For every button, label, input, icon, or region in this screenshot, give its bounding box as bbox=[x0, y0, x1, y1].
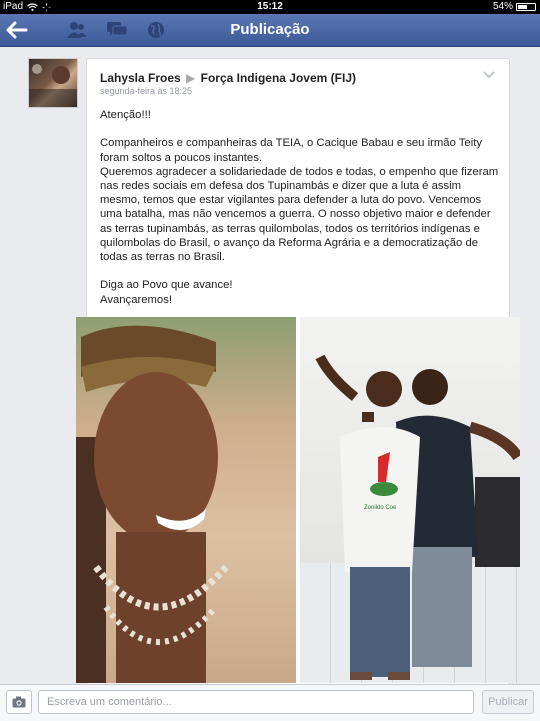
photo-cacique-image bbox=[76, 325, 229, 683]
navigation-bar: Publicação bbox=[0, 14, 540, 47]
photo-two-men-image: Zonildo Coe bbox=[315, 354, 520, 680]
status-bar: iPad 15:12 54% bbox=[0, 0, 540, 14]
battery-percent: 54% bbox=[492, 1, 513, 12]
comment-input[interactable] bbox=[38, 690, 474, 714]
arrow-right-icon: ▶ bbox=[186, 71, 196, 85]
shirt-text: Zonildo Coe bbox=[364, 505, 397, 511]
photo-two-men[interactable]: Zonildo Coe bbox=[300, 317, 520, 683]
post-photos: Zonildo Coe bbox=[76, 317, 520, 683]
photo-cacique[interactable] bbox=[76, 317, 296, 683]
status-time: 15:12 bbox=[257, 1, 283, 12]
publish-button[interactable]: Publicar bbox=[482, 690, 534, 714]
author-avatar[interactable] bbox=[28, 58, 78, 108]
author-name[interactable]: Lahysla Froes bbox=[100, 71, 181, 85]
post-paragraph: Diga ao Povo que avance! Avançaremos! bbox=[100, 279, 233, 306]
camera-icon bbox=[12, 696, 26, 708]
comment-composer: Publicar bbox=[0, 684, 540, 721]
post-timestamp[interactable]: segunda-feira às 18:25 bbox=[100, 86, 192, 96]
post-paragraph: Atenção!!! bbox=[100, 109, 151, 121]
status-right: 54% bbox=[493, 0, 536, 14]
post-header: Lahysla Froes ▶ Força Indigena Jovem (FI… bbox=[100, 71, 356, 85]
avatar-photo bbox=[29, 64, 77, 107]
post-paragraph: Companheiros e companheiras da TEIA, o C… bbox=[100, 137, 499, 264]
page-title: Publicação bbox=[230, 21, 310, 38]
battery-icon bbox=[516, 3, 536, 11]
post-body: Atenção!!! Companheiros e companheiras d… bbox=[100, 108, 500, 321]
chevron-down-icon[interactable] bbox=[483, 71, 495, 79]
camera-button[interactable] bbox=[6, 690, 32, 714]
group-name[interactable]: Força Indigena Jovem (FIJ) bbox=[201, 71, 356, 85]
